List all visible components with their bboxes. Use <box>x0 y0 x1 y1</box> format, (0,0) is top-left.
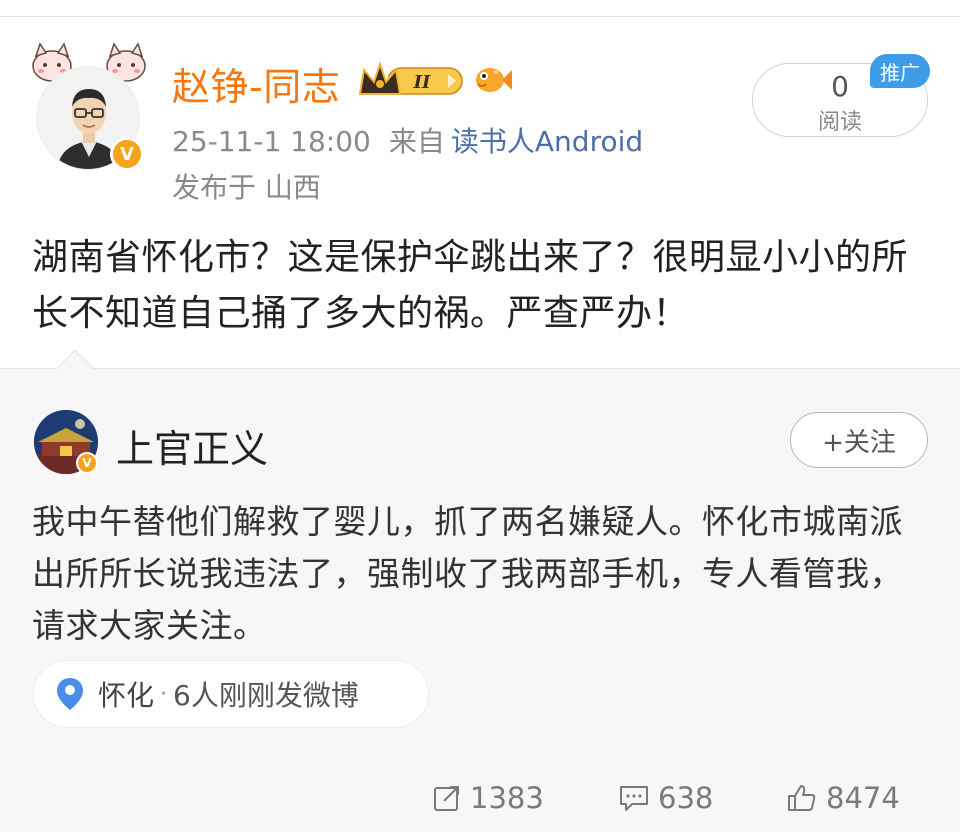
repost-author-name[interactable]: 上官正义 <box>116 418 268 473</box>
repost-count: 1383 <box>470 781 544 815</box>
crown-level-icon: II <box>358 60 463 95</box>
repost-icon <box>434 786 459 811</box>
location-activity: 6人刚刚发微博 <box>173 679 359 712</box>
top-divider <box>0 16 960 17</box>
level-badge-text: II <box>413 72 431 93</box>
source-link[interactable]: 读书人Android <box>451 125 643 158</box>
post-meta: 25-11-1 18:00 来自 读书人Android <box>172 120 643 160</box>
repost-action[interactable]: 1383 <box>432 778 544 818</box>
weibo-post-screen: V 赵铮-同志 II 25-11-1 18:00 来自 读书人Android 发布于… <box>0 0 960 832</box>
comment-icon <box>620 786 648 811</box>
from-label: 来自 <box>388 125 445 158</box>
comment-action[interactable]: 638 <box>618 778 713 818</box>
author-name[interactable]: 赵铮-同志 <box>172 56 340 111</box>
verified-v-icon: V <box>110 137 144 171</box>
location-place: 怀化 <box>98 679 155 712</box>
post-text: 湖南省怀化市？这是保护伞跳出来了？很明显小小的所长不知道自己捅了多大的祸。严查严… <box>32 237 909 334</box>
post-timestamp: 25-11-1 18:00 <box>172 125 371 158</box>
like-action[interactable]: 8474 <box>786 778 900 818</box>
post-location: 发布于 山西 <box>172 171 321 204</box>
author-avatar-group[interactable]: V <box>30 40 148 171</box>
location-pin-icon <box>57 678 83 710</box>
like-icon <box>788 785 816 811</box>
like-count: 8474 <box>826 781 900 815</box>
repost-text: 我中午替他们解救了婴儿，抓了两名嫌疑人。怀化市城南派出所所长说我违法了，强制收了… <box>32 502 903 645</box>
location-separator: · <box>160 681 168 707</box>
fish-badge-icon <box>476 68 512 92</box>
promote-badge[interactable]: 推广 <box>870 54 930 88</box>
read-label: 阅读 <box>817 110 862 135</box>
verified-v-icon: V <box>76 452 98 474</box>
comment-count: 638 <box>658 781 714 815</box>
follow-button[interactable]: +关注 <box>790 412 928 468</box>
location-chip[interactable]: 怀化 · 6人刚刚发微博 <box>33 660 429 728</box>
